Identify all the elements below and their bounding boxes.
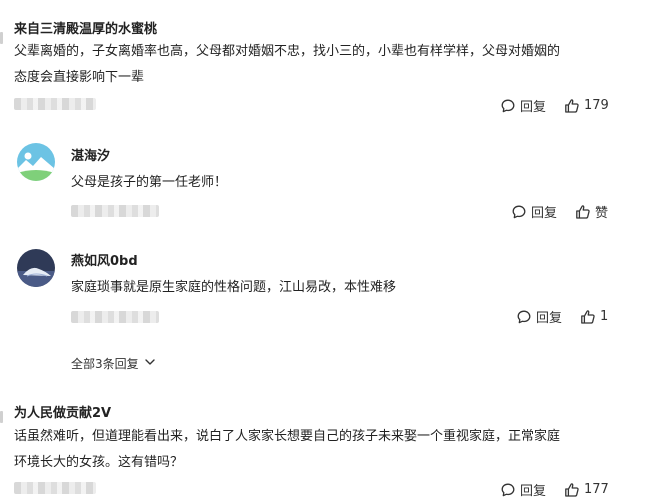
reply-actions: 回复 赞 [511, 202, 608, 221]
reply-button[interactable]: 回复 [500, 480, 546, 499]
like-button[interactable]: 1 [580, 309, 608, 325]
thread-marker [0, 411, 3, 423]
expand-replies-label: 全部3条回复 [71, 357, 139, 371]
like-count: 179 [584, 98, 609, 113]
reply-username[interactable]: 燕如风0bd [71, 250, 138, 269]
reply-timestamp-redacted [71, 205, 159, 217]
thumbs-up-icon [564, 98, 580, 114]
chevron-down-icon [143, 355, 157, 372]
expand-replies-button[interactable]: 全部3条回复 [71, 355, 157, 372]
comment-timestamp-redacted [14, 482, 96, 494]
reply-label: 回复 [520, 484, 547, 499]
thumbs-up-icon [580, 309, 596, 325]
comment-actions: 回复 177 [500, 480, 609, 499]
comment-text-line: 环境长大的女孩。这有错吗？ [14, 455, 184, 470]
thumbs-up-icon [575, 204, 591, 220]
reply-actions: 回复 1 [516, 307, 608, 326]
avatar[interactable] [17, 249, 55, 287]
reply-bubble-icon [511, 204, 527, 220]
thread-marker [0, 32, 3, 44]
comment-username[interactable]: 为人民做贡献2V [14, 402, 111, 421]
like-button[interactable]: 179 [564, 98, 609, 114]
reply-label: 回复 [536, 311, 563, 326]
reply-text: 父母是孩子的第一任老师！ [71, 175, 228, 190]
reply-label: 回复 [520, 100, 547, 115]
comment-text: 父辈离婚的，子女离婚率也高，父母都对婚姻不忠，找小三的，小辈也有样学样，父母对婚… [14, 39, 644, 91]
reply-text: 家庭琐事就是原生家庭的性格问题，江山易改，本性难移 [71, 280, 397, 295]
reply-timestamp-redacted [71, 311, 159, 323]
comment-timestamp-redacted [14, 98, 96, 110]
like-label: 赞 [595, 206, 609, 221]
reply-button[interactable]: 回复 [511, 202, 557, 221]
comment-username[interactable]: 来自三清殿温厚的水蜜桃 [14, 18, 157, 37]
reply-bubble-icon [500, 98, 516, 114]
avatar[interactable] [17, 143, 55, 181]
thumbs-up-icon [564, 482, 580, 498]
reply-bubble-icon [516, 309, 532, 325]
comment-text: 话虽然难听，但道理能看出来，说白了人家家长想要自己的孩子未来娶一个重视家庭，正常… [14, 424, 644, 476]
reply-label: 回复 [531, 206, 558, 221]
reply-username[interactable]: 湛海汐 [71, 145, 110, 164]
reply-bubble-icon [500, 482, 516, 498]
like-count: 1 [600, 309, 609, 324]
comment-text-line: 父辈离婚的，子女离婚率也高，父母都对婚姻不忠，找小三的，小辈也有样学样，父母对婚… [14, 44, 561, 59]
comment-actions: 回复 179 [500, 96, 609, 115]
like-button[interactable]: 177 [564, 482, 609, 498]
comment-text-line: 话虽然难听，但道理能看出来，说白了人家家长想要自己的孩子未来娶一个重视家庭，正常… [14, 429, 561, 444]
reply-button[interactable]: 回复 [500, 96, 546, 115]
comment-text-line: 态度会直接影响下一辈 [14, 70, 145, 85]
like-button[interactable]: 赞 [575, 202, 608, 221]
reply-button[interactable]: 回复 [516, 307, 562, 326]
